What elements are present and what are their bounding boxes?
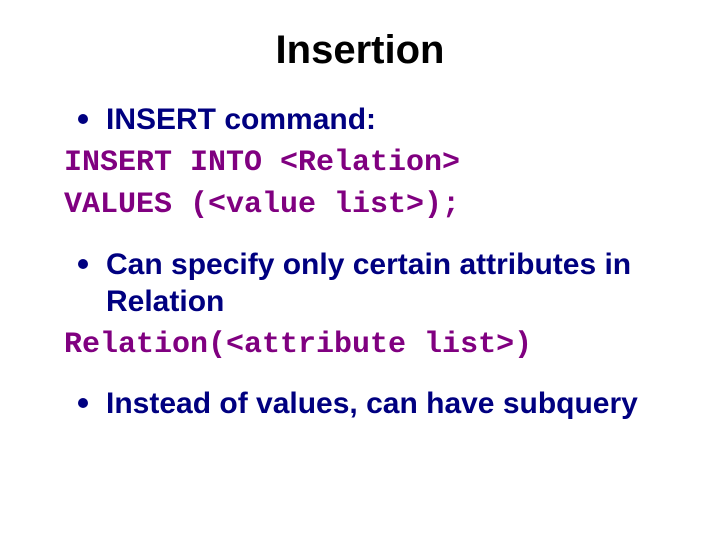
bullet-block-2: Can specify only certain attributes in R… (60, 246, 660, 366)
bullet-row: Instead of values, can have subquery (78, 385, 660, 423)
bullet-icon (78, 114, 88, 124)
bullet-row: Can specify only certain attributes in R… (78, 246, 660, 321)
slide-title: Insertion (60, 28, 660, 73)
code-line: Relation(<attribute list>) (64, 325, 660, 366)
slide: Insertion INSERT command: INSERT INTO <R… (0, 0, 720, 540)
bullet-text: Instead of values, can have subquery (106, 385, 638, 423)
bullet-block-1: INSERT command: INSERT INTO <Relation> V… (60, 101, 660, 226)
bullet-text: INSERT command: (106, 101, 376, 139)
bullet-block-3: Instead of values, can have subquery (60, 385, 660, 423)
bullet-icon (78, 259, 88, 269)
code-line: VALUES (<value list>); (64, 185, 660, 226)
code-line: INSERT INTO <Relation> (64, 143, 660, 184)
bullet-row: INSERT command: (78, 101, 660, 139)
bullet-icon (78, 398, 88, 408)
bullet-text: Can specify only certain attributes in R… (106, 246, 660, 321)
